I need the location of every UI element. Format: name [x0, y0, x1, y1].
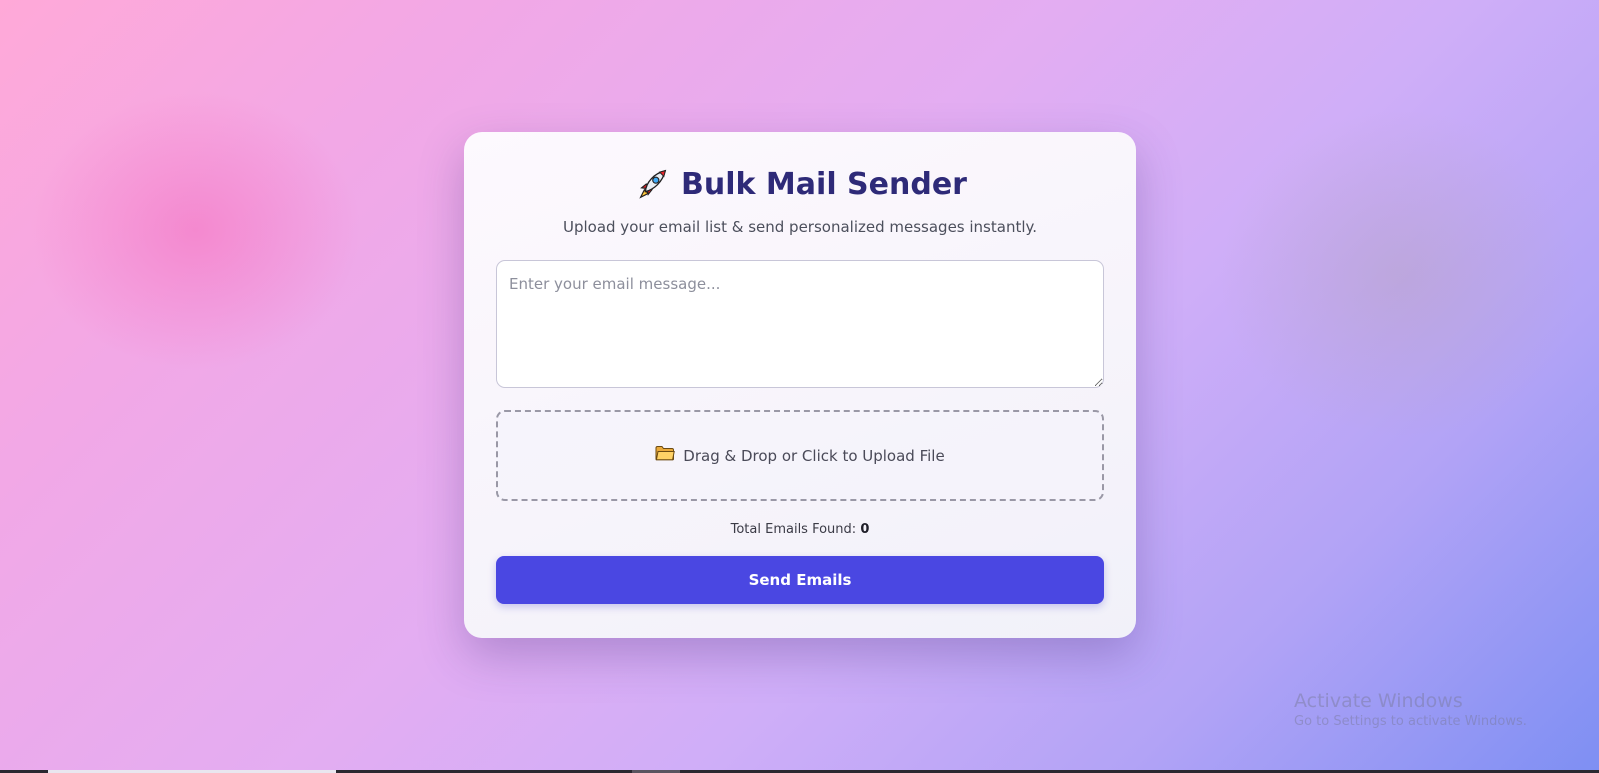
upload-label: Drag & Drop or Click to Upload File	[683, 446, 945, 465]
folder-icon	[655, 445, 676, 466]
email-count-value: 0	[860, 522, 870, 537]
background-glow-right	[1220, 110, 1580, 440]
send-emails-button[interactable]: Send Emails	[496, 556, 1104, 604]
subtitle: Upload your email list & send personaliz…	[562, 218, 1038, 236]
file-upload-dropzone[interactable]: Drag & Drop or Click to Upload File	[496, 410, 1104, 501]
email-count-label: Total Emails Found:	[730, 522, 857, 537]
watermark-title: Activate Windows	[1294, 690, 1463, 712]
mail-sender-card: Bulk Mail Sender Upload your email list …	[464, 132, 1136, 638]
title-text: Bulk Mail Sender	[681, 166, 967, 202]
background-glow-left	[30, 90, 360, 370]
watermark-subtitle: Go to Settings to activate Windows.	[1294, 714, 1527, 729]
page-title: Bulk Mail Sender	[496, 162, 1104, 206]
windows-activation-watermark: Activate Windows Go to Settings to activ…	[1294, 689, 1527, 731]
email-count: Total Emails Found: 0	[496, 521, 1104, 539]
rocket-icon	[633, 165, 671, 203]
email-message-input[interactable]	[496, 260, 1104, 388]
